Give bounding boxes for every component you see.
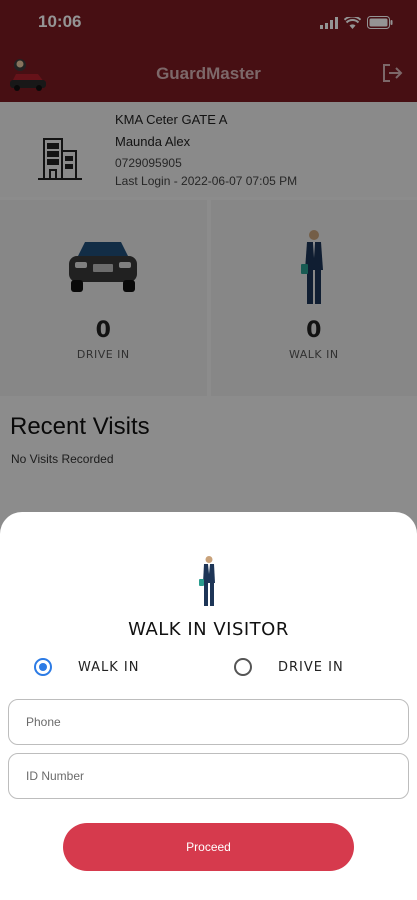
proceed-button[interactable]: Proceed xyxy=(63,823,354,871)
sheet-title: WALK IN VISITOR xyxy=(128,619,289,640)
drive-in-radio-label: DRIVE IN xyxy=(278,659,344,675)
walk-in-visitor-sheet: WALK IN VISITOR WALK IN DRIVE IN Proceed xyxy=(0,512,417,900)
walking-man-icon xyxy=(198,555,220,607)
phone-input[interactable] xyxy=(9,700,408,744)
id-number-input[interactable] xyxy=(9,754,408,798)
radio-unselected-icon[interactable] xyxy=(234,658,252,676)
id-number-field[interactable] xyxy=(8,753,409,799)
visit-type-selector: WALK IN DRIVE IN xyxy=(0,655,417,681)
phone-field[interactable] xyxy=(8,699,409,745)
radio-selected-icon[interactable] xyxy=(34,658,52,676)
walk-in-radio[interactable]: WALK IN xyxy=(34,658,140,676)
walk-in-radio-label: WALK IN xyxy=(78,659,140,675)
drive-in-radio[interactable]: DRIVE IN xyxy=(234,658,344,676)
